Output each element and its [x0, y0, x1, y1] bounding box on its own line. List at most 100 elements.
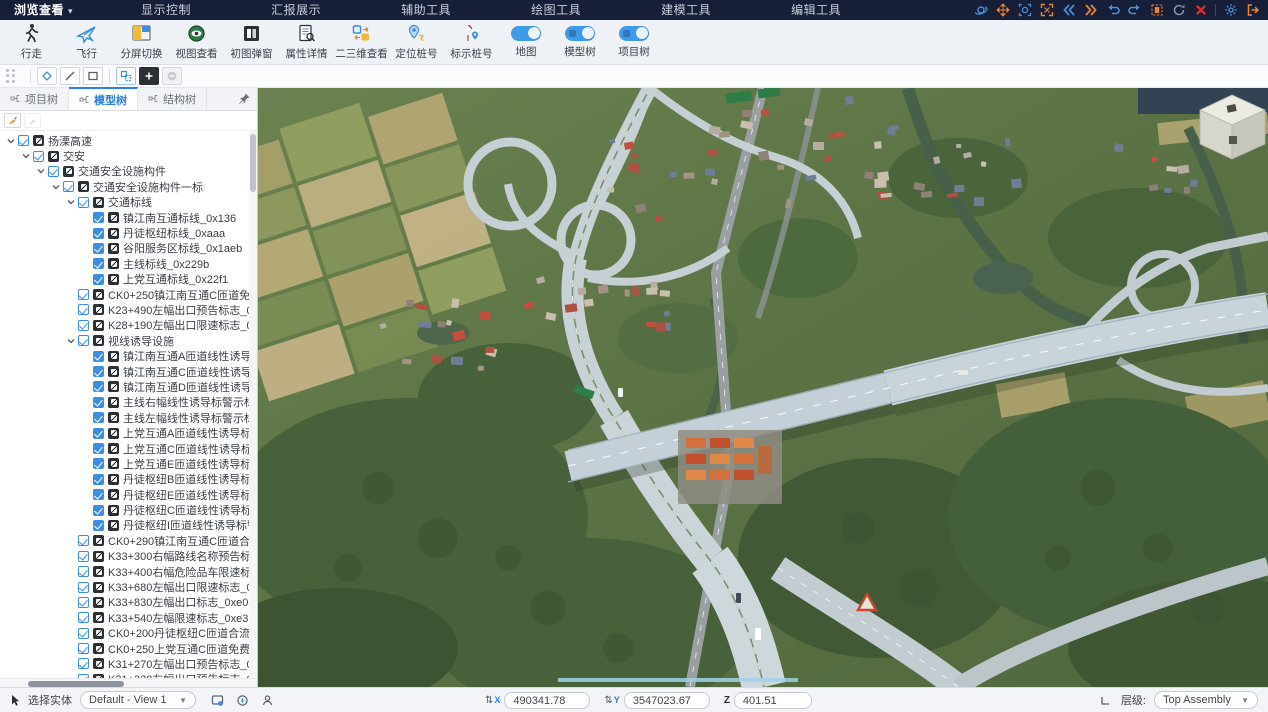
tree-node[interactable]: 丹徒枢纽标线_0xaaa — [0, 225, 257, 240]
view-next-icon[interactable] — [1083, 3, 1098, 18]
tree-checkbox[interactable] — [93, 443, 104, 454]
tree-checkbox[interactable] — [78, 643, 89, 654]
tree-expander-icon[interactable] — [64, 334, 77, 347]
tree-expander-icon[interactable] — [4, 134, 17, 147]
tree-checkbox[interactable] — [93, 397, 104, 408]
tree-node[interactable]: 镇江南互通标线_0x136 — [0, 210, 257, 225]
tree-node[interactable]: 交通安全设施构件 — [0, 164, 257, 179]
menu-tab-4[interactable]: 辅助工具 — [387, 0, 465, 20]
line-select-button[interactable] — [60, 67, 80, 85]
tree-checkbox[interactable] — [93, 428, 104, 439]
pin-icon[interactable] — [238, 92, 251, 105]
toggle-map[interactable]: 地图 — [499, 21, 553, 63]
walk-button[interactable]: 行走 — [4, 21, 59, 63]
multi-select-button[interactable] — [116, 67, 136, 85]
grip-handle-icon[interactable] — [6, 69, 20, 83]
tree-node[interactable]: 镇江南互通D匝道线性诱导标警示标志_0 — [0, 379, 257, 394]
tree-node[interactable]: K33+400右幅危险品车限速标志_0xe04c — [0, 564, 257, 579]
save-view-icon[interactable] — [210, 693, 225, 708]
locate-stake-button[interactable]: 定位桩号 — [389, 21, 444, 63]
tree-node[interactable]: 上党互通标线_0x22f1 — [0, 272, 257, 287]
tree-node[interactable]: 丹徒枢纽C匝道线性诱导标警示标志_0 — [0, 502, 257, 517]
y-coordinate-value[interactable]: 3547023.67 — [624, 692, 710, 709]
view-eye-button[interactable]: 视图查看 — [169, 21, 224, 63]
tree-node[interactable]: 镇江南互通A匝道线性诱导标警示标志_0 — [0, 348, 257, 363]
brush-clear-button[interactable] — [24, 113, 41, 128]
tree-checkbox[interactable] — [93, 412, 104, 423]
tree-checkbox[interactable] — [78, 304, 89, 315]
tree-checkbox[interactable] — [48, 166, 59, 177]
exit-icon[interactable] — [1245, 3, 1260, 18]
rect-select-button[interactable] — [83, 67, 103, 85]
tree-expander-icon[interactable] — [64, 196, 77, 209]
tree-node[interactable]: K33+830左幅出口标志_0xe0ec — [0, 595, 257, 610]
tree-checkbox[interactable] — [78, 535, 89, 546]
tree-checkbox[interactable] — [93, 474, 104, 485]
menu-tab-6[interactable]: 建模工具 — [647, 0, 725, 20]
x-coordinate-value[interactable]: 490341.78 — [504, 692, 590, 709]
angle-icon[interactable] — [1098, 693, 1113, 708]
tree-checkbox[interactable] — [78, 597, 89, 608]
remove-select-button[interactable] — [162, 67, 182, 85]
tree-node[interactable]: CK0+250上党互通C匝道免费放行界标志 — [0, 641, 257, 656]
tree-checkbox[interactable] — [78, 197, 89, 208]
tree-checkbox[interactable] — [93, 520, 104, 531]
tree-checkbox[interactable] — [78, 335, 89, 346]
tree-node[interactable]: 上党互通A匝道线性诱导标警示标志_0 — [0, 425, 257, 440]
tree-node[interactable]: 镇江南互通C匝道线性诱导标警示标志_0 — [0, 364, 257, 379]
tree-checkbox[interactable] — [93, 458, 104, 469]
sidebar-tab-project-tree[interactable]: 项目树 — [0, 87, 69, 110]
properties-button[interactable]: 属性详情 — [279, 21, 334, 63]
tree-checkbox[interactable] — [33, 151, 44, 162]
tree-checkbox[interactable] — [78, 289, 89, 300]
level-dropdown[interactable]: Top Assembly ▼ — [1154, 691, 1258, 709]
tree-checkbox[interactable] — [93, 489, 104, 500]
popup-window-button[interactable]: 初图弹窗 — [224, 21, 279, 63]
pan-icon[interactable] — [995, 3, 1010, 18]
tree-node[interactable]: K33+680左幅出口限速标志_0xe0a4 — [0, 579, 257, 594]
delete-icon[interactable] — [1193, 3, 1208, 18]
mark-stake-button[interactable]: 标示桩号 — [444, 21, 499, 63]
toggle-project-tree[interactable]: 项目树 — [607, 21, 661, 63]
sidebar-tab-model-tree[interactable]: 模型树 — [69, 87, 138, 110]
undo-icon[interactable] — [1105, 3, 1120, 18]
tree-node[interactable]: 主线左幅线性诱导标警示标志_0xad0 — [0, 410, 257, 425]
tree-node[interactable]: 主线标线_0x229b — [0, 256, 257, 271]
view-prev-icon[interactable] — [1061, 3, 1076, 18]
add-select-button[interactable] — [139, 67, 159, 85]
3d-viewport[interactable] — [258, 88, 1268, 687]
tree-node[interactable]: K28+190左幅出口限速标志_0x8d00 — [0, 318, 257, 333]
tree-checkbox[interactable] — [93, 366, 104, 377]
menu-tab-7[interactable]: 编辑工具 — [777, 0, 855, 20]
tree-node[interactable]: 上党互通E匝道线性诱导标警示标志_0 — [0, 456, 257, 471]
tree-checkbox[interactable] — [63, 181, 74, 192]
tree-checkbox[interactable] — [78, 551, 89, 562]
compass-icon[interactable] — [235, 693, 250, 708]
settings-gear-icon[interactable] — [1223, 3, 1238, 18]
refresh-icon[interactable] — [1171, 3, 1186, 18]
tree-checkbox[interactable] — [93, 258, 104, 269]
tree-node[interactable]: 扬溧高速 — [0, 133, 257, 148]
tree-node[interactable]: K33+540左幅限速标志_0xe363 — [0, 610, 257, 625]
user-icon[interactable] — [260, 693, 275, 708]
tree-checkbox[interactable] — [93, 212, 104, 223]
toggle-model-tree[interactable]: 模型树 — [553, 21, 607, 63]
tree-checkbox[interactable] — [93, 351, 104, 362]
tree-checkbox[interactable] — [18, 135, 29, 146]
tree-node[interactable]: 视线诱导设施 — [0, 333, 257, 348]
tree-checkbox[interactable] — [93, 274, 104, 285]
tree-checkbox[interactable] — [78, 582, 89, 593]
tree-checkbox[interactable] — [93, 228, 104, 239]
fly-button[interactable]: 飞行 — [59, 21, 114, 63]
tree-node[interactable]: 交安 — [0, 148, 257, 163]
tree-node[interactable]: 交通标线 — [0, 195, 257, 210]
sidebar-tab-structure-tree[interactable]: 结构树 — [138, 87, 207, 110]
tree-checkbox[interactable] — [93, 381, 104, 392]
tree-node[interactable]: 丹徒枢纽E匝道线性诱导标警示标志_0 — [0, 487, 257, 502]
frame-select-icon[interactable] — [1149, 3, 1164, 18]
tree-expander-icon[interactable] — [19, 150, 32, 163]
tree-checkbox[interactable] — [78, 628, 89, 639]
tree-checkbox[interactable] — [78, 612, 89, 623]
tree-checkbox[interactable] — [93, 243, 104, 254]
zoom-window-icon[interactable] — [1017, 3, 1032, 18]
